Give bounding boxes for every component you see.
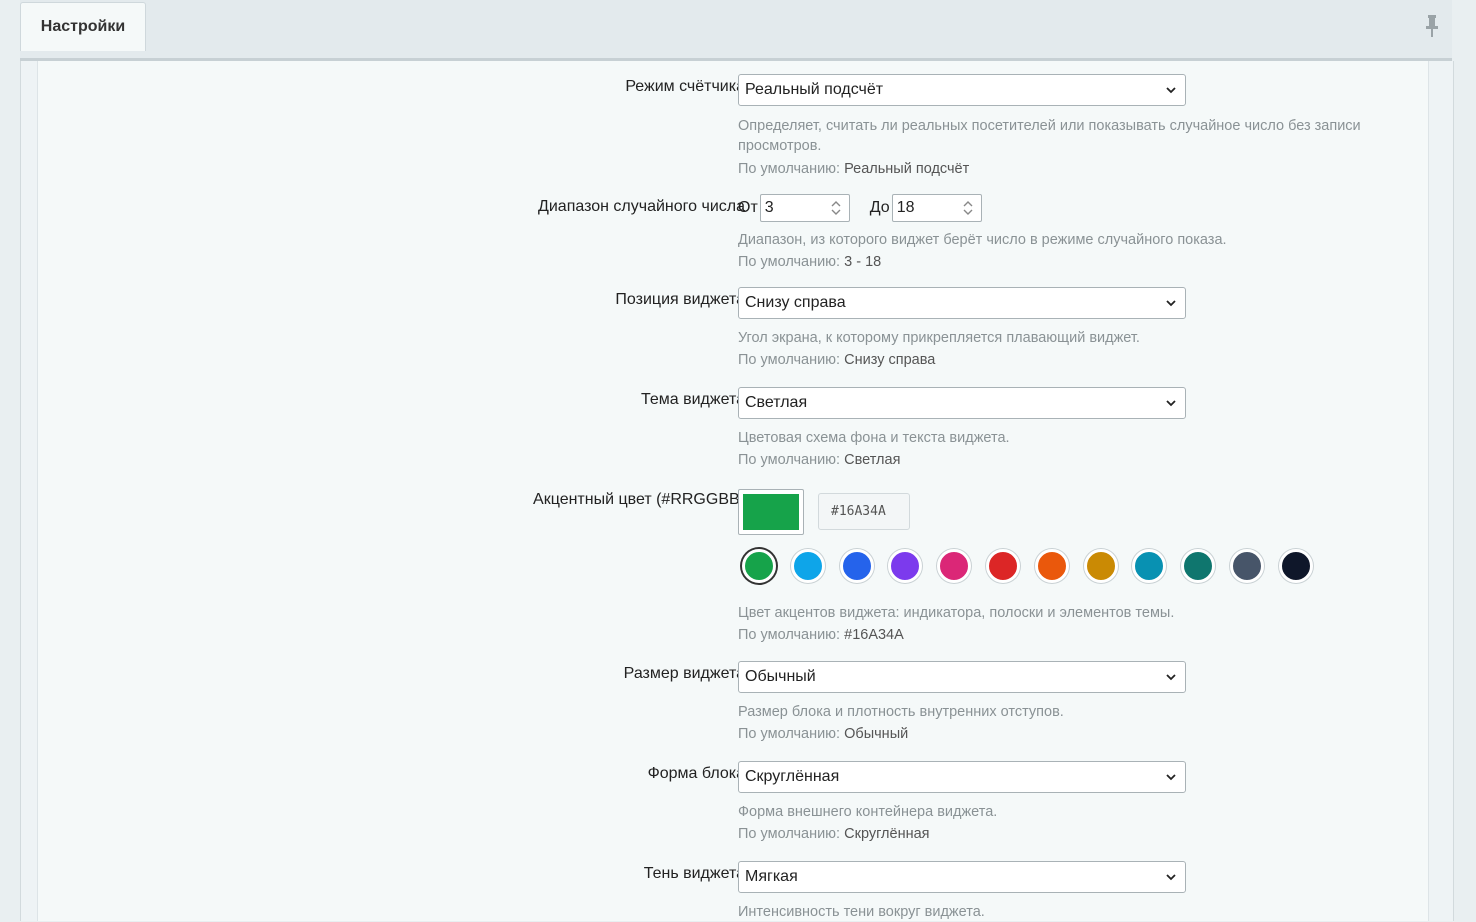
field-label: Позиция виджета xyxy=(615,291,745,308)
spinner-arrows-icon[interactable] xyxy=(829,198,843,218)
help-text: Цветовая схема фона и текста виджета. xyxy=(738,430,1010,446)
select-value: Мягкая xyxy=(745,868,798,885)
help-text: Интенсивность тени вокруг виджета. xyxy=(738,904,985,920)
select-value: Реальный подсчёт xyxy=(745,81,884,98)
range-from-label: От xyxy=(738,199,758,216)
help-text: Диапазон, из которого виджет берёт число… xyxy=(738,232,1227,248)
help-text: Форма внешнего контейнера виджета. xyxy=(738,804,998,820)
color-preset-swatch[interactable] xyxy=(839,549,874,583)
chevron-down-icon xyxy=(1166,774,1176,781)
select-value: Обычный xyxy=(745,668,816,685)
range-from-input[interactable]: 3 xyxy=(759,194,850,222)
chevron-down-icon xyxy=(1166,674,1176,681)
color-preset-swatch[interactable] xyxy=(1132,549,1167,583)
settings-form: Режим счётчика Реальный подсчёт Определя… xyxy=(37,61,1429,921)
default-prefix: По умолчанию: xyxy=(738,726,841,742)
field-label: Размер виджета xyxy=(623,665,745,682)
default-line: По умолчанию: Светлая xyxy=(738,449,1186,471)
tab-bar: Настройки xyxy=(20,0,1452,61)
range-to-label: До xyxy=(869,199,890,216)
chevron-down-icon xyxy=(1166,400,1176,407)
default-prefix: По умолчанию: xyxy=(738,352,841,368)
default-value: 3 - 18 xyxy=(844,254,882,270)
color-preset-swatch[interactable] xyxy=(888,549,923,583)
pin-icon[interactable] xyxy=(1424,14,1440,38)
range-inputs: От 3 До 18 xyxy=(738,194,1227,222)
default-value: Скруглённая xyxy=(844,826,930,842)
default-line: По умолчанию: #16A34A xyxy=(738,624,1174,646)
color-preset-swatch[interactable] xyxy=(1034,549,1069,583)
default-line: По умолчанию: Обычный xyxy=(738,723,1186,745)
color-preset-swatch[interactable] xyxy=(1181,549,1216,583)
default-value: Обычный xyxy=(844,726,909,742)
color-preset-swatch[interactable] xyxy=(1230,549,1264,583)
range-to-input[interactable]: 18 xyxy=(891,194,982,222)
counter-mode-select[interactable]: Реальный подсчёт xyxy=(738,74,1186,106)
position-select[interactable]: Снизу справа xyxy=(738,287,1186,319)
size-select[interactable]: Обычный xyxy=(738,661,1186,693)
color-preset-swatch[interactable] xyxy=(937,549,972,583)
tab-settings[interactable]: Настройки xyxy=(20,2,146,51)
input-value: 3 xyxy=(764,199,774,216)
chevron-down-icon xyxy=(1166,87,1176,94)
help-text: Размер блока и плотность внутренних отст… xyxy=(738,704,1064,720)
field-label: Тема виджета xyxy=(640,391,745,408)
default-prefix: По умолчанию: xyxy=(738,826,841,842)
field-label: Форма блока xyxy=(647,765,745,782)
default-line: По умолчанию: Скруглённая xyxy=(738,823,1186,845)
select-value: Скруглённая xyxy=(745,768,840,785)
default-prefix: По умолчанию: xyxy=(738,452,841,468)
field-label: Диапазон случайного числа xyxy=(538,198,745,215)
default-value: Светлая xyxy=(844,452,901,468)
input-value: 18 xyxy=(896,199,915,216)
color-preset-swatch[interactable] xyxy=(986,549,1020,583)
help-text: Угол экрана, к которому прикрепляется пл… xyxy=(738,330,1140,346)
select-value: Снизу справа xyxy=(745,294,846,311)
field-label: Тень виджета xyxy=(643,865,745,882)
default-line: По умолчанию: Реальный подсчёт xyxy=(738,158,1398,180)
default-value: #16A34A xyxy=(844,627,904,643)
spinner-arrows-icon[interactable] xyxy=(961,198,975,218)
color-preset-swatch[interactable] xyxy=(1083,549,1118,583)
help-text: Цвет акцентов виджета: индикатора, полос… xyxy=(738,605,1175,621)
hex-input[interactable]: #16A34A xyxy=(818,493,910,530)
chevron-down-icon xyxy=(1166,874,1176,881)
settings-panel: Режим счётчика Реальный подсчёт Определя… xyxy=(20,61,1454,921)
theme-select[interactable]: Светлая xyxy=(738,387,1186,419)
shadow-select[interactable]: Мягкая xyxy=(738,861,1186,893)
default-prefix: По умолчанию: xyxy=(738,254,841,270)
color-preview xyxy=(743,494,799,530)
default-line: По умолчанию: 3 - 18 xyxy=(738,251,1227,273)
color-preset-swatch[interactable] xyxy=(742,549,776,583)
field-label: Акцентный цвет (#RRGGBB) xyxy=(533,491,745,508)
shape-select[interactable]: Скруглённая xyxy=(738,761,1186,793)
default-value: Реальный подсчёт xyxy=(844,161,970,177)
field-label: Режим счётчика xyxy=(625,78,745,95)
color-preset-swatch[interactable] xyxy=(790,549,825,583)
select-value: Светлая xyxy=(745,394,808,411)
color-preset-swatch[interactable] xyxy=(1278,549,1313,583)
color-picker[interactable] xyxy=(738,489,804,535)
help-text: Определяет, считать ли реальных посетите… xyxy=(738,118,1361,154)
default-prefix: По умолчанию: xyxy=(738,627,841,643)
default-value: Снизу справа xyxy=(844,352,936,368)
default-line: По умолчанию: Снизу справа xyxy=(738,349,1186,371)
default-prefix: По умолчанию: xyxy=(738,161,841,177)
chevron-down-icon xyxy=(1166,300,1176,307)
